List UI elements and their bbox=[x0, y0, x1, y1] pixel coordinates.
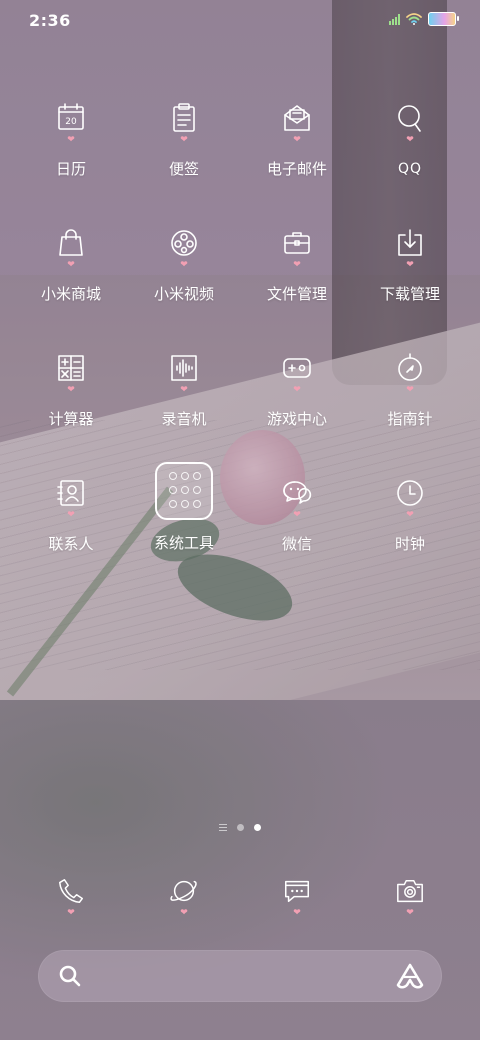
calculator-icon bbox=[58, 355, 84, 381]
shopping-bag-icon bbox=[59, 229, 83, 256]
app-recorder[interactable]: ❤ 录音机 bbox=[128, 352, 240, 428]
app-label: 系统工具 bbox=[153, 534, 214, 552]
app-notes[interactable]: ❤ 便签 bbox=[128, 102, 240, 178]
heart-icon: ❤ bbox=[67, 385, 75, 395]
app-email[interactable]: ❤ 电子邮件 bbox=[241, 102, 353, 178]
heart-icon: ❤ bbox=[180, 908, 188, 918]
compass-icon bbox=[398, 353, 422, 381]
app-label: 录音机 bbox=[161, 410, 207, 428]
heart-icon: ❤ bbox=[293, 908, 301, 918]
calendar-icon: 20 bbox=[58, 103, 84, 130]
search-icon[interactable] bbox=[58, 964, 82, 988]
app-mi-video[interactable]: ❤ 小米视频 bbox=[128, 227, 240, 303]
heart-icon: ❤ bbox=[406, 908, 414, 918]
clock-icon bbox=[397, 480, 423, 506]
wechat-icon bbox=[283, 481, 312, 504]
email-icon bbox=[284, 105, 310, 131]
qq-icon bbox=[398, 105, 421, 132]
planet-icon bbox=[170, 880, 197, 902]
phone-icon bbox=[59, 879, 83, 903]
dock-browser[interactable]: ❤ bbox=[128, 876, 240, 918]
app-label: 联系人 bbox=[48, 535, 94, 553]
app-label: 小米商城 bbox=[40, 285, 101, 303]
search-bar[interactable] bbox=[38, 950, 442, 1002]
app-label: QQ bbox=[397, 161, 423, 177]
app-clock[interactable]: ❤ 时钟 bbox=[354, 477, 466, 553]
page-dot-1[interactable] bbox=[237, 824, 244, 831]
app-label: 微信 bbox=[281, 535, 312, 553]
download-icon bbox=[398, 229, 422, 256]
app-label: 便签 bbox=[168, 160, 199, 178]
wifi-icon bbox=[406, 13, 422, 25]
app-file-manager[interactable]: ❤ 文件管理 bbox=[241, 227, 353, 303]
assistant-icon[interactable] bbox=[396, 963, 424, 989]
heart-icon: ❤ bbox=[180, 385, 188, 395]
app-folder-system-tools[interactable]: 系统工具 bbox=[128, 462, 240, 552]
dock-camera[interactable]: ❤ bbox=[354, 876, 466, 918]
heart-icon: ❤ bbox=[293, 510, 301, 520]
heart-icon: ❤ bbox=[180, 260, 188, 270]
app-label: 电子邮件 bbox=[266, 160, 327, 178]
heart-icon: ❤ bbox=[406, 135, 414, 145]
notes-icon bbox=[173, 103, 195, 132]
film-reel-icon bbox=[171, 230, 197, 256]
gamepad-icon bbox=[283, 358, 311, 378]
app-compass[interactable]: ❤ 指南针 bbox=[354, 352, 466, 428]
heart-icon: ❤ bbox=[406, 385, 414, 395]
app-wechat[interactable]: ❤ 微信 bbox=[241, 477, 353, 553]
sound-wave-icon bbox=[171, 355, 197, 381]
page-dot-2-active[interactable] bbox=[254, 824, 261, 831]
page-menu-icon[interactable] bbox=[219, 824, 227, 831]
app-label: 日历 bbox=[55, 160, 86, 178]
app-calendar[interactable]: 20 ❤ 日历 bbox=[15, 102, 127, 178]
camera-icon bbox=[397, 879, 423, 903]
svg-text:20: 20 bbox=[65, 117, 77, 127]
app-game-center[interactable]: ❤ 游戏中心 bbox=[241, 352, 353, 428]
app-label: 下载管理 bbox=[379, 285, 440, 303]
message-bubble-icon bbox=[285, 880, 309, 903]
briefcase-icon bbox=[284, 232, 310, 254]
dock-phone[interactable]: ❤ bbox=[15, 876, 127, 918]
app-label: 游戏中心 bbox=[266, 410, 327, 428]
heart-icon: ❤ bbox=[67, 510, 75, 520]
app-mi-store[interactable]: ❤ 小米商城 bbox=[15, 227, 127, 303]
heart-icon: ❤ bbox=[293, 135, 301, 145]
heart-icon: ❤ bbox=[293, 385, 301, 395]
heart-icon: ❤ bbox=[293, 260, 301, 270]
heart-icon: ❤ bbox=[67, 135, 75, 145]
app-label: 小米视频 bbox=[153, 285, 214, 303]
heart-icon: ❤ bbox=[406, 510, 414, 520]
app-contacts[interactable]: ❤ 联系人 bbox=[15, 477, 127, 553]
app-label: 时钟 bbox=[394, 535, 425, 553]
app-label: 计算器 bbox=[48, 410, 94, 428]
status-time: 2:36 bbox=[29, 11, 71, 30]
status-bar: 2:36 bbox=[0, 0, 480, 40]
heart-icon: ❤ bbox=[67, 260, 75, 270]
folder-icon bbox=[155, 462, 213, 520]
page-indicator bbox=[0, 824, 480, 831]
contact-card-icon bbox=[57, 480, 84, 506]
dock-messages[interactable]: ❤ bbox=[241, 876, 353, 918]
signal-icon bbox=[389, 13, 400, 25]
heart-icon: ❤ bbox=[67, 908, 75, 918]
app-qq[interactable]: ❤ QQ bbox=[354, 102, 466, 178]
heart-icon: ❤ bbox=[180, 135, 188, 145]
status-icons bbox=[389, 12, 459, 26]
app-calculator[interactable]: ❤ 计算器 bbox=[15, 352, 127, 428]
battery-icon bbox=[428, 12, 459, 26]
app-label: 指南针 bbox=[387, 410, 433, 428]
app-download-manager[interactable]: ❤ 下载管理 bbox=[354, 227, 466, 303]
app-label: 文件管理 bbox=[266, 285, 327, 303]
heart-icon: ❤ bbox=[406, 260, 414, 270]
